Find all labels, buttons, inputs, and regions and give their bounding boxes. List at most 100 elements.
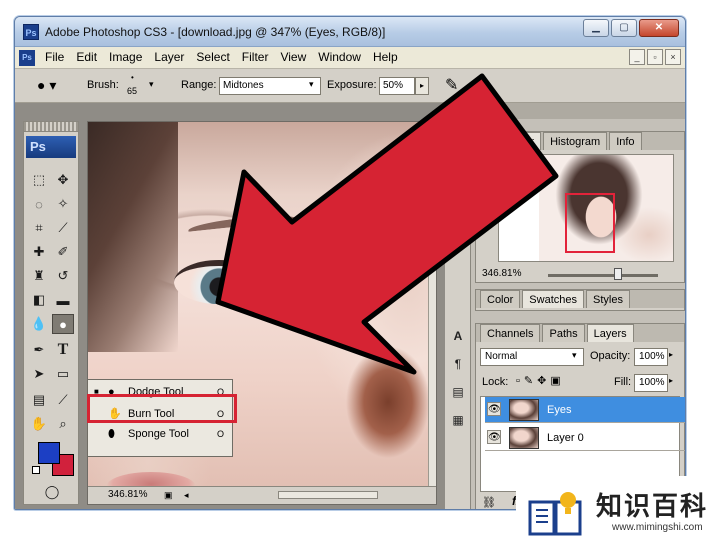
tab-paths[interactable]: Paths [542,324,585,342]
foreground-color-swatch[interactable] [38,442,60,464]
blend-mode-dropdown-icon[interactable]: ▾ [572,350,577,361]
panel-dock-header[interactable]: ◂◂ ◂◂ [445,103,685,119]
layer-row-layer0[interactable]: 👁 Layer 0 [485,425,685,451]
layer-visibility-icon[interactable]: 👁 [487,430,501,444]
menu-file[interactable]: File [39,50,70,64]
document-zoom[interactable]: 346.81% [108,487,147,503]
quick-mask-icon[interactable]: ◯ [41,482,63,502]
eyedropper-tool-icon[interactable]: ⟋ [52,390,74,410]
tab-color[interactable]: Color [480,290,521,308]
range-dropdown-icon[interactable]: ▾ [309,79,314,90]
character-panel-icon[interactable]: A [449,327,467,345]
clone-stamp-icon[interactable]: ♜ [28,266,50,286]
layer-comps-icon[interactable]: ▦ [449,411,467,429]
clone-source-icon[interactable]: ▤ [449,383,467,401]
tab-histogram[interactable]: Histogram [543,132,608,150]
doc-minimize-button[interactable]: _ [629,49,645,65]
blend-mode-select[interactable]: Normal [480,348,584,366]
text-tool-icon[interactable]: T [52,340,74,360]
range-select[interactable]: Midtones [219,77,321,95]
tab-styles[interactable]: Styles [586,290,630,308]
menu-select[interactable]: Select [190,50,235,64]
status-info-icon[interactable]: ▣ [164,487,173,503]
paragraph-panel-icon[interactable]: ¶ [449,355,467,373]
brushes-panel-icon[interactable]: ✎ [449,221,467,239]
toolbox-grip[interactable] [24,122,78,132]
healing-brush-icon[interactable]: ✚ [28,242,50,262]
status-arrow-icon[interactable]: ◂ [184,487,189,503]
menu-help[interactable]: Help [367,50,404,64]
navigator-zoom-slider[interactable] [548,274,658,277]
navigator-zoom-thumb[interactable] [614,268,622,280]
navigator-zoom[interactable]: 346.81% [482,268,521,279]
magic-wand-icon[interactable]: ✧ [52,194,74,214]
marquee-tool-icon[interactable]: ⬚ [28,170,50,190]
navigator-preview[interactable] [498,154,674,262]
link-layers-icon[interactable]: ⛓ [482,496,496,509]
tab-navigator[interactable]: Navigator [480,132,542,150]
maximize-button[interactable]: ▢ [611,19,637,37]
brush-tool-icon[interactable]: ✐ [52,242,74,262]
lasso-tool-icon[interactable]: ◌ [28,194,50,214]
menu-layer[interactable]: Layer [148,50,190,64]
hand-tool-icon[interactable]: ✋ [28,414,50,434]
tool-presets-icon[interactable]: ◧ [449,197,467,215]
path-selection-icon[interactable]: ➤ [28,364,50,384]
flyout-sponge-tool[interactable]: ⬮ Sponge Tool O [88,424,232,444]
dodge-tool-icon[interactable]: ● [52,314,74,334]
screenshot: Ps Adobe Photoshop CS3 - [download.jpg @… [0,0,728,546]
tab-layers[interactable]: Layers [586,324,634,342]
slice-tool-icon[interactable]: ⟋ [52,218,74,238]
opacity-input[interactable]: 100% [634,348,668,366]
dodge-tool-preset-icon[interactable]: ● ▾ [37,77,56,94]
shape-tool-icon[interactable]: ▭ [52,364,74,384]
title-bar[interactable]: Ps Adobe Photoshop CS3 - [download.jpg @… [15,17,685,47]
menu-edit[interactable]: Edit [70,50,103,64]
collapse-left-icon[interactable]: ◂◂ [449,105,458,116]
eraser-tool-icon[interactable]: ◧ [28,290,50,310]
doc-restore-button[interactable]: ▫ [647,49,663,65]
opacity-arrow-icon[interactable]: ▸ [669,350,673,359]
crop-tool-icon[interactable]: ⌗ [28,218,50,238]
photoshop-logo[interactable]: Ps [26,136,76,158]
menu-image[interactable]: Image [103,50,148,64]
menu-filter[interactable]: Filter [236,50,275,64]
doc-close-button[interactable]: × [665,49,681,65]
exposure-arrow-icon[interactable]: ▸ [415,77,429,95]
airbrush-icon[interactable]: ✎ [445,75,458,95]
layer-thumbnail [509,427,539,449]
zoom-tool-icon[interactable]: ⌕ [52,414,74,434]
tab-info[interactable]: Info [609,132,642,150]
default-colors-icon[interactable] [32,466,40,474]
fill-arrow-icon[interactable]: ▸ [669,376,673,385]
fill-input[interactable]: 100% [634,374,668,392]
horizontal-scrollbar[interactable] [278,491,378,499]
notes-tool-icon[interactable]: ▤ [28,390,50,410]
brush-dropdown-icon[interactable]: ▾ [149,79,154,90]
history-panel-icon[interactable]: ↻ [449,141,467,159]
brush-dot-icon[interactable]: • [131,73,134,82]
flyout-item-label: Sponge Tool [128,428,189,440]
gradient-tool-icon[interactable]: ▬ [52,290,74,310]
move-tool-icon[interactable]: ✥ [52,170,74,190]
tab-channels[interactable]: Channels [480,324,541,342]
history-brush-icon[interactable]: ↺ [52,266,74,286]
actions-panel-icon[interactable]: ▷ [449,165,467,183]
close-button[interactable]: ✕ [639,19,679,37]
document-icon[interactable]: Ps [19,50,35,66]
blur-tool-icon[interactable]: 💧 [28,314,50,334]
panel-dock-strip: ↻ ▷ ◧ ✎ A ¶ ▤ ▦ [445,121,471,509]
document-vertical-scrollbar[interactable] [428,122,436,488]
tab-swatches[interactable]: Swatches [522,290,584,308]
navigator-view-box[interactable] [565,193,615,253]
pen-tool-icon[interactable]: ✒ [28,340,50,360]
flyout-shortcut: O [216,429,224,439]
minimize-button[interactable]: ▁ [583,19,609,37]
collapse-right-icon[interactable]: ◂◂ [489,105,498,116]
menu-view[interactable]: View [274,50,312,64]
exposure-input[interactable]: 50% [379,77,415,95]
lock-options-icons[interactable]: ▫✎✥▣ [516,374,565,387]
layer-row-eyes[interactable]: 👁 Eyes [485,397,685,423]
layer-visibility-icon[interactable]: 👁 [487,402,501,416]
menu-window[interactable]: Window [312,50,367,64]
